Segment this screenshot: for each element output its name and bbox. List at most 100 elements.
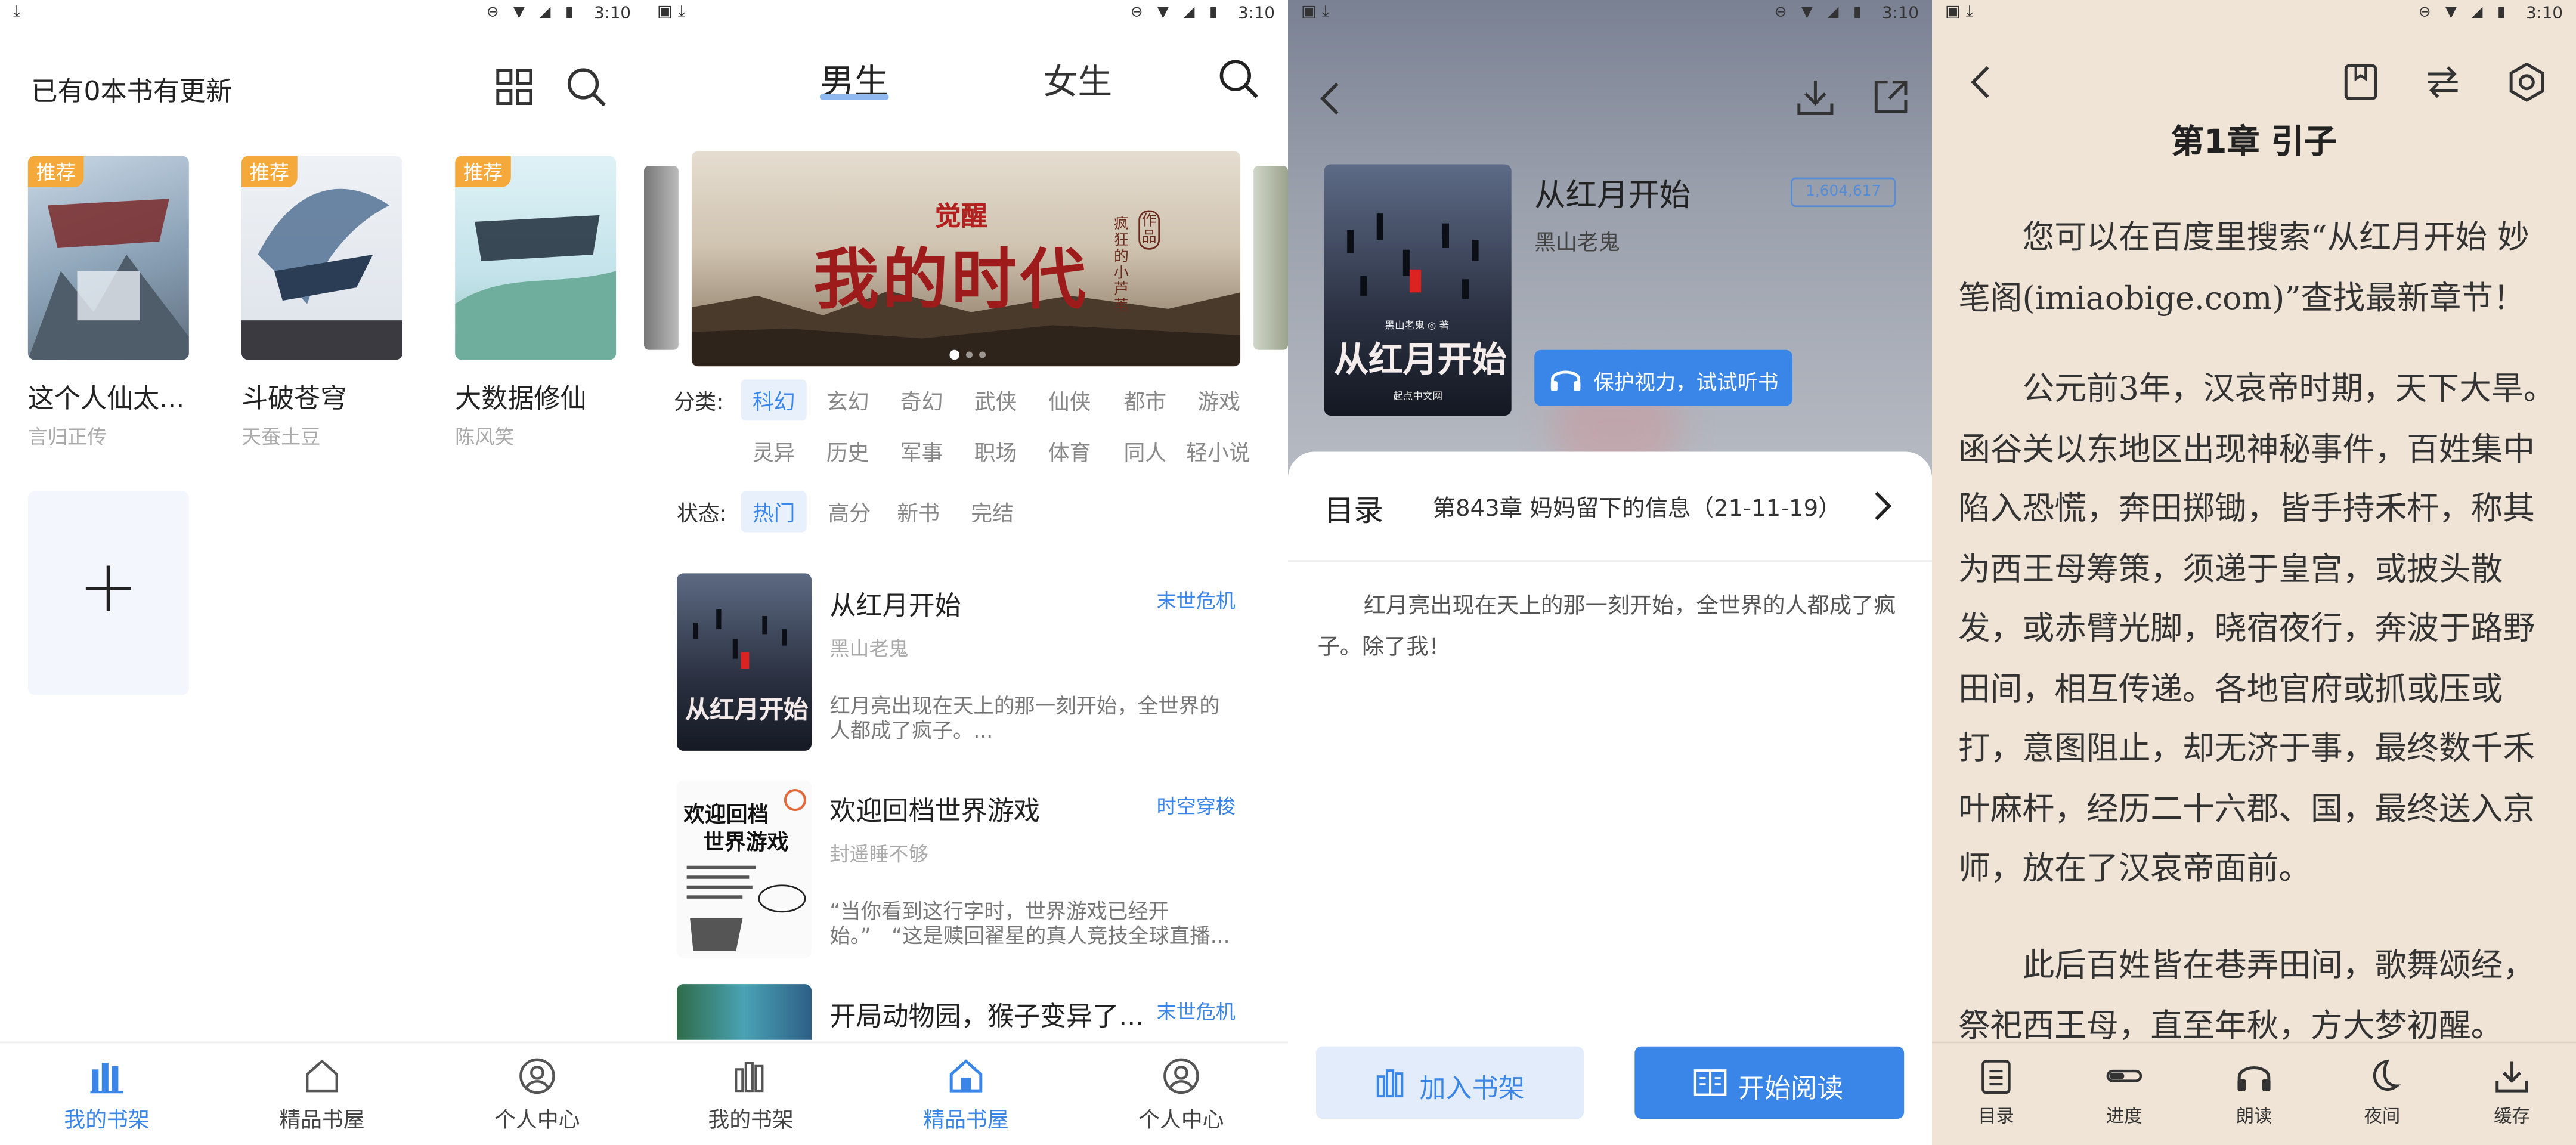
book-title[interactable]: 斗破苍穹 — [242, 376, 346, 416]
grid-view-icon[interactable] — [494, 67, 534, 107]
reader-paragraph: 公元前3年，汉哀帝时期，天下大旱。函谷关以东地区出现神秘事件，百姓集中陷入恐慌，… — [1958, 369, 2556, 887]
nav-profile[interactable]: 个人中心 — [1099, 1056, 1264, 1134]
status-chip[interactable]: 高分 — [828, 496, 871, 527]
bookmark-icon[interactable] — [2341, 63, 2380, 102]
status-icons: ⊖ ▼ ◢ ▮ — [486, 5, 578, 21]
status-bar: ▣ ⤓ ⊖ ▼ ◢ ▮ 3:10 — [1288, 0, 1932, 30]
banner[interactable]: 觉醒 我的时代 疯狂的小芦苇 作品 — [691, 151, 1241, 367]
category-chip[interactable]: 科幻 — [741, 379, 807, 421]
book-cover: 欢迎回档 世界游戏 — [677, 780, 812, 958]
status-chip[interactable]: 完结 — [971, 496, 1014, 527]
category-chip[interactable]: 武侠 — [974, 385, 1017, 416]
toolbar-cache[interactable]: 缓存 — [2430, 1056, 2576, 1128]
search-icon[interactable] — [565, 66, 608, 109]
chevron-right-icon — [1875, 491, 1892, 521]
status-bar: ⤓ ⊖ ▼ ◢ ▮ 3:10 — [0, 0, 644, 30]
banner-author: 疯狂的小芦苇 — [1113, 216, 1129, 315]
category-label: 分类: — [673, 391, 724, 416]
category-chip[interactable]: 职场 — [974, 435, 1017, 466]
back-icon[interactable] — [1965, 63, 1998, 102]
category-chip[interactable]: 游戏 — [1197, 385, 1240, 416]
cover-author: 黑山老鬼 ◎ 著 — [1385, 320, 1450, 332]
book-open-icon — [1693, 1069, 1727, 1096]
nav-label: 精品书屋 — [279, 1109, 365, 1134]
category-chip[interactable]: 玄幻 — [826, 385, 869, 416]
reader-paragraph: 您可以在百度里搜索“从红月开始 妙笔阁(imiaobige.com)”查找最新章… — [1958, 218, 2529, 317]
headphones-icon — [1550, 370, 1581, 391]
status-chip[interactable]: 热门 — [741, 491, 807, 533]
add-book-button[interactable]: + — [27, 491, 189, 695]
book-cover-art: 欢迎回档 世界游戏 — [683, 788, 807, 951]
category-chip[interactable]: 奇幻 — [900, 385, 943, 416]
start-reading-button[interactable]: 开始阅读 — [1634, 1046, 1905, 1119]
cover-publisher: 起点中文网 — [1393, 391, 1443, 403]
book-title[interactable]: 这个人仙太... — [28, 376, 184, 416]
reader-screen: ▣ ⤓ ⊖ ▼ ◢ ▮ 3:10 第1章 引子 您可以在百度里搜索“从红月开始 … — [1931, 0, 2576, 1145]
svg-text:世界游戏: 世界游戏 — [703, 830, 788, 855]
category-chip[interactable]: 军事 — [900, 435, 943, 466]
listen-button-label: 保护视力，试试听书 — [1593, 369, 1779, 395]
category-chip[interactable]: 都市 — [1123, 385, 1166, 416]
tab-female[interactable]: 女生 — [1043, 56, 1112, 106]
switch-source-icon[interactable] — [2423, 63, 2463, 102]
latest-chapter: 第843章 妈妈留下的信息（21-11-19） — [1432, 496, 1841, 522]
back-icon[interactable] — [1314, 79, 1347, 118]
add-to-shelf-label: 加入书架 — [1419, 1072, 1525, 1104]
book-title: 欢迎回档世界游戏 — [829, 795, 1041, 827]
cover-title: 从红月开始 — [685, 695, 809, 725]
nav-profile[interactable]: 个人中心 — [455, 1056, 620, 1134]
book-title: 从红月开始 — [1534, 177, 1691, 214]
category-chip[interactable]: 体育 — [1048, 435, 1091, 466]
bottom-nav: 我的书架 精品书屋 个人中心 — [643, 1041, 1288, 1145]
book-title[interactable]: 大数据修仙 — [455, 376, 586, 416]
moon-icon — [2373, 1059, 2401, 1091]
progress-icon — [2106, 1069, 2142, 1082]
update-count-text: 已有0本书有更新 — [31, 75, 232, 107]
download-icon[interactable] — [1794, 76, 1837, 119]
toolbar-label: 朗读 — [2236, 1105, 2272, 1127]
add-to-shelf-button[interactable]: 加入书架 — [1315, 1046, 1584, 1119]
status-icons: ⊖ ▼ ◢ ▮ — [1130, 5, 1222, 21]
reader-paragraph: 此后百姓皆在巷弄田间，歌舞颂经，祭祀西王母，直至年秋，方大梦初醒。 — [1958, 946, 2535, 1044]
category-chip[interactable]: 同人 — [1123, 435, 1166, 466]
bookshelf-icon — [735, 1062, 764, 1093]
reader-toolbar: 目录 进度 朗读 夜间 缓存 — [1931, 1041, 2576, 1145]
home-icon — [949, 1059, 983, 1093]
bottom-nav: 我的书架 精品书屋 个人中心 — [0, 1041, 644, 1145]
nav-store[interactable]: 精品书屋 — [240, 1056, 404, 1134]
toc-row[interactable]: 目录 第843章 妈妈留下的信息（21-11-19） — [1287, 468, 1932, 562]
book-cover[interactable]: 推荐 — [455, 156, 617, 360]
nav-store[interactable]: 精品书屋 — [884, 1056, 1048, 1134]
status-icons: ⊖ ▼ ◢ ▮ — [2418, 5, 2510, 21]
banner-next-peek[interactable] — [1253, 166, 1288, 350]
category-chip[interactable]: 灵异 — [753, 435, 795, 466]
book-cover[interactable]: 推荐 — [27, 156, 189, 360]
nav-label: 个人中心 — [1138, 1109, 1224, 1134]
listen-button[interactable]: 保护视力，试试听书 — [1534, 349, 1792, 406]
book-cover[interactable]: 推荐 — [241, 156, 402, 360]
carousel-dot — [965, 351, 973, 358]
nav-label: 我的书架 — [64, 1109, 150, 1134]
toolbar-label: 缓存 — [2494, 1105, 2530, 1127]
banner-prev-peek[interactable] — [643, 166, 679, 350]
settings-icon[interactable] — [2506, 61, 2549, 104]
banner-title: 我的时代 — [813, 241, 1089, 319]
status-icons: ⊖ ▼ ◢ ▮ — [1774, 5, 1866, 21]
svg-text:欢迎回档: 欢迎回档 — [683, 802, 769, 827]
status-label: 状态: — [677, 502, 727, 528]
category-chip[interactable]: 历史 — [826, 435, 869, 466]
nav-label: 我的书架 — [708, 1109, 794, 1134]
bookshelf-screen: ⤓ ⊖ ▼ ◢ ▮ 3:10 已有0本书有更新 推荐 这个人仙太... 言归正传 — [0, 0, 644, 1145]
nav-label: 精品书屋 — [923, 1109, 1009, 1134]
status-chip[interactable]: 新书 — [897, 496, 940, 527]
category-chip[interactable]: 仙侠 — [1048, 385, 1091, 416]
book-cover: 黑山老鬼 ◎ 著 从红月开始 起点中文网 — [1324, 164, 1512, 416]
start-reading-label: 开始阅读 — [1738, 1072, 1844, 1104]
search-icon[interactable] — [1218, 57, 1261, 100]
nav-bookshelf[interactable]: 我的书架 — [24, 1056, 189, 1134]
category-chip[interactable]: 轻小说 — [1186, 435, 1250, 466]
nav-bookshelf[interactable]: 我的书架 — [668, 1056, 833, 1134]
book-title: 从红月开始 — [829, 589, 961, 621]
book-author: 天蚕土豆 — [241, 425, 321, 449]
share-icon[interactable] — [1869, 76, 1912, 119]
